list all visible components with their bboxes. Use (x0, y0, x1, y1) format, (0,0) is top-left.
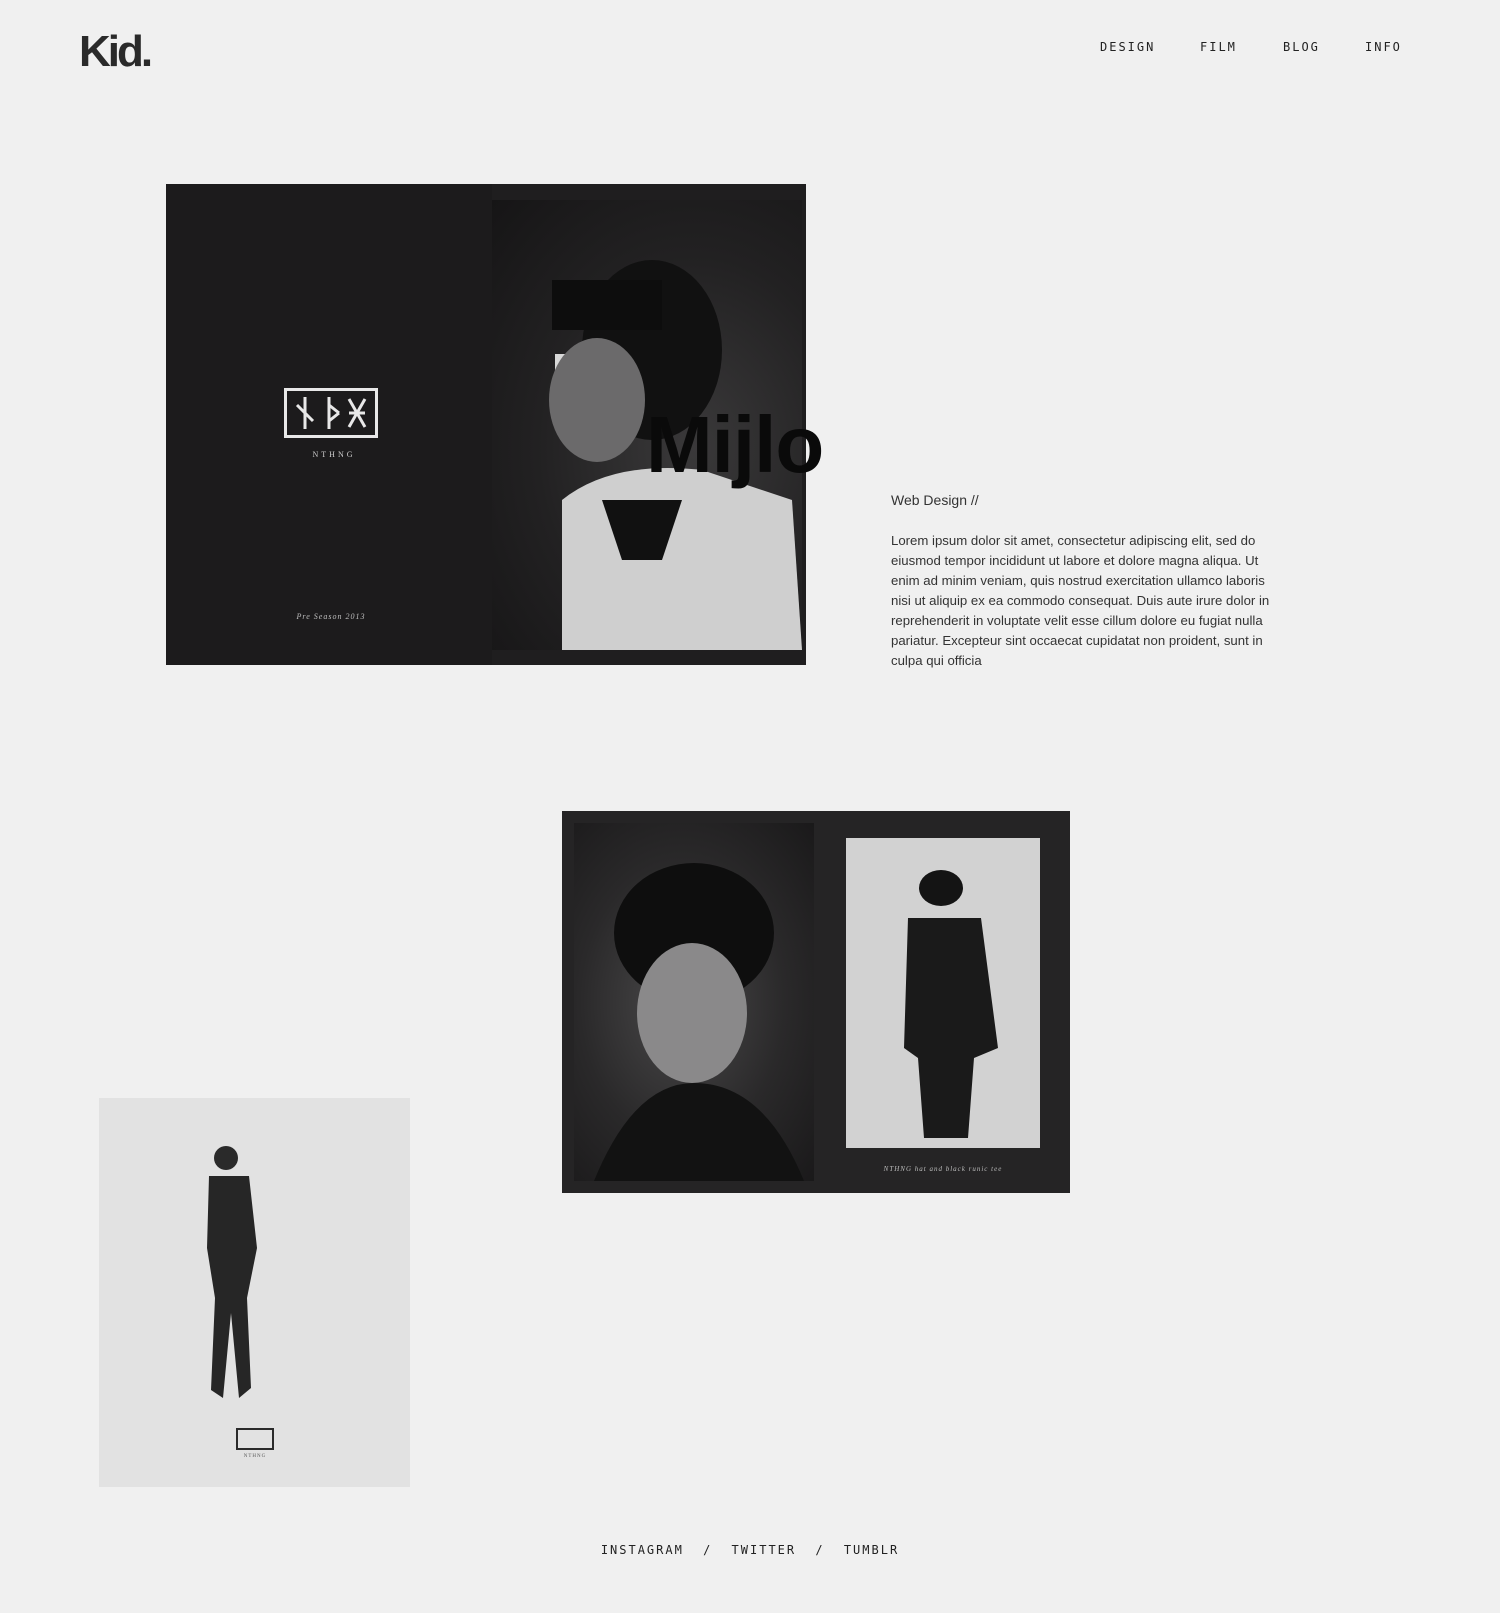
nav-item-info[interactable]: INFO (1365, 40, 1402, 54)
poster-brand-caption: NTHNG (243, 1454, 267, 1459)
instagram-link[interactable]: INSTAGRAM (601, 1543, 684, 1557)
project-description: Lorem ipsum dolor sit amet, consectetur … (891, 533, 1270, 668)
separator: / (815, 1543, 825, 1557)
nav-item-film[interactable]: FILM (1200, 40, 1237, 54)
season-caption: Pre Season 2013 (296, 612, 366, 621)
nav-item-design[interactable]: DESIGN (1100, 40, 1155, 54)
nav-item-blog[interactable]: BLOG (1283, 40, 1320, 54)
brand-caption: NTHNG (312, 450, 356, 459)
brand-logo (284, 388, 378, 438)
fullbody-silhouette (904, 870, 998, 1138)
lookbook-spread-image[interactable]: NTHNG hat and black runic tee (562, 811, 1070, 1193)
portrait-silhouette (594, 863, 804, 1181)
site-logo[interactable]: Kid. (79, 30, 153, 74)
project-category: Web Design // (891, 492, 979, 508)
separator: / (703, 1543, 713, 1557)
tumblr-link[interactable]: TUMBLR (844, 1543, 899, 1557)
project-title: Mijlo (646, 400, 824, 489)
main-nav: DESIGN FILM BLOG INFO (1080, 40, 1420, 60)
spread-caption: NTHNG hat and black runic tee (883, 1165, 1003, 1173)
poster-brand-logo (236, 1428, 274, 1450)
rune-glyphs (295, 397, 367, 429)
model-portrait-photo (574, 823, 814, 1181)
lookbook-cover: NTHNG Pre Season 2013 (166, 184, 492, 665)
model-fullbody-photo (846, 838, 1040, 1148)
twitter-link[interactable]: TWITTER (732, 1543, 797, 1557)
social-links: INSTAGRAM / TWITTER / TUMBLR (0, 1543, 1500, 1557)
lookbook-poster-image[interactable]: NTHNG (99, 1098, 410, 1487)
